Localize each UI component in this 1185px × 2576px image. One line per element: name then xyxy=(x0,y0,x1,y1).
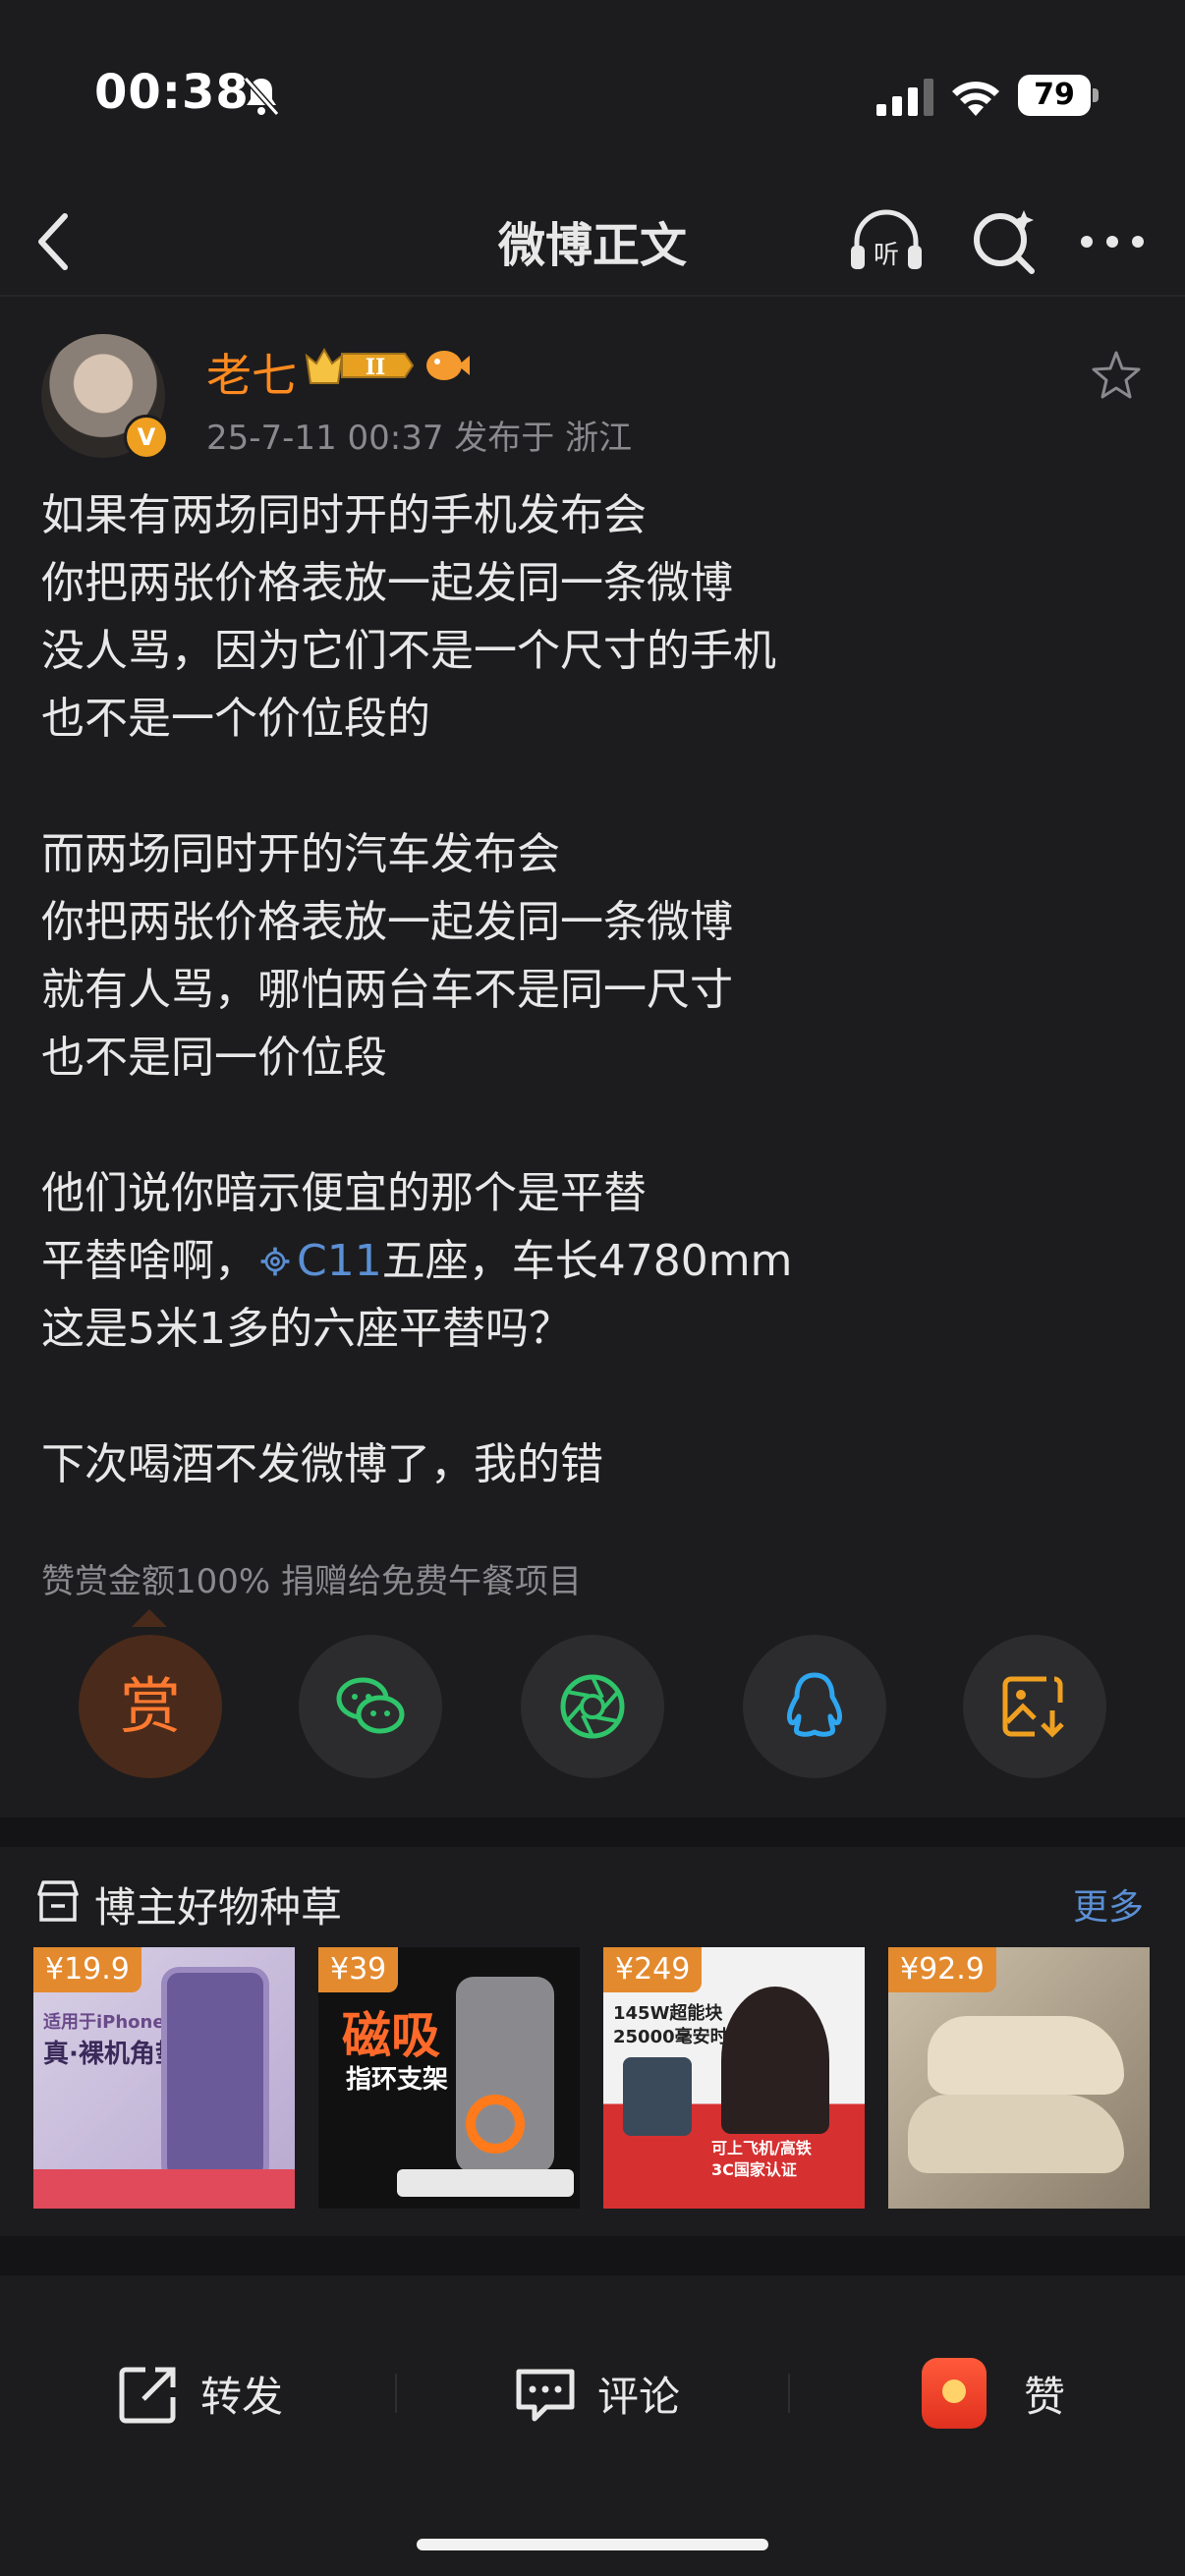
goods-item[interactable]: ¥19.9 适用于iPhone系列 真·裸机角垫 xyxy=(33,1947,295,2209)
like-red-envelope-icon xyxy=(922,2358,987,2429)
post-paragraph: 他们说你暗示便宜的那个是平替 平替啥啊， C11五座，车长4780mm 这是5米1… xyxy=(41,1159,1142,1363)
section-divider xyxy=(0,1818,1185,1847)
fish-badge-icon[interactable] xyxy=(423,342,472,387)
stand-base-image xyxy=(397,2169,574,2197)
like-label: 赞 xyxy=(1024,2373,1066,2421)
spokesperson-image xyxy=(721,1987,829,2134)
bottom-separator xyxy=(788,2374,790,2413)
author-name[interactable]: 老七 xyxy=(206,340,297,405)
share-wechat-button[interactable] xyxy=(299,1635,442,1778)
reward-button[interactable]: 赏 xyxy=(79,1635,222,1778)
post-text: 五座，车长4780mm xyxy=(381,1236,793,1286)
post-paragraph: 而两场同时开的汽车发布会 你把两张价格表放一起发同一条微博 就有人骂，哪怕两台车… xyxy=(41,829,733,1083)
comment-icon xyxy=(516,2369,575,2422)
goods-price: ¥92.9 xyxy=(888,1947,996,1992)
post-text: 平替啥啊， xyxy=(41,1236,257,1286)
goods-caption: 磁吸 xyxy=(342,2007,440,2064)
reward-note: 赞赏金额100% 捐赠给免费午餐项目 xyxy=(41,1562,583,1601)
crown-level-badge-icon[interactable]: II xyxy=(303,342,417,389)
status-bar: 00:38 79 xyxy=(0,0,1185,187)
post-paragraph: 如果有两场同时开的手机发布会 你把两张价格表放一起发同一条微博 没人骂，因为它们… xyxy=(41,490,776,744)
ring-holder-image xyxy=(466,2095,525,2154)
repost-icon xyxy=(119,2367,176,2424)
moments-aperture-icon xyxy=(560,1674,625,1739)
qq-penguin-icon xyxy=(786,1672,843,1737)
level-badge-text: II xyxy=(366,355,386,380)
cellular-signal-icon xyxy=(876,79,933,116)
status-time: 00:38 xyxy=(94,65,250,120)
goods-subcaption: 指环支架 xyxy=(346,2065,449,2095)
reward-pointer xyxy=(132,1609,167,1627)
goods-item[interactable]: ¥39 磁吸 指环支架 xyxy=(318,1947,580,2209)
svg-text:听: 听 xyxy=(874,241,899,270)
reward-label: 赏 xyxy=(119,1670,181,1742)
nav-bar: 微博正文 听 xyxy=(0,187,1185,297)
post-body: 如果有两场同时开的手机发布会 你把两张价格表放一起发同一条微博 没人骂，因为它们… xyxy=(41,481,1142,1566)
bottom-separator xyxy=(395,2374,397,2413)
goods-subcaption: 可上飞机/高铁 3C国家认证 xyxy=(711,2139,812,2179)
wifi-icon xyxy=(952,82,999,116)
phone-case-image xyxy=(161,1967,269,2183)
bottom-action-bar: 转发 评论 赞 xyxy=(0,2315,1185,2482)
goods-caption: 145W超能块 25000毫安时 xyxy=(613,2003,728,2047)
like-button[interactable]: 赞 xyxy=(922,2354,1079,2433)
share-qq-button[interactable] xyxy=(743,1635,886,1778)
like-coin xyxy=(942,2380,966,2403)
comment-button[interactable]: 评论 xyxy=(513,2354,709,2433)
post-paragraph: 下次喝酒不发微博了，我的错 xyxy=(41,1439,603,1489)
save-image-button[interactable] xyxy=(963,1635,1106,1778)
goods-price: ¥249 xyxy=(603,1947,703,1992)
sneaker-image xyxy=(908,2095,1124,2173)
goods-item[interactable]: ¥249 145W超能块 25000毫安时 可上飞机/高铁 3C国家认证 xyxy=(603,1947,865,2209)
goods-caption: 真·裸机角垫 xyxy=(43,2040,181,2069)
repost-label: 转发 xyxy=(200,2373,284,2421)
topic-gear-icon xyxy=(260,1247,290,1276)
shop-icon xyxy=(37,1880,79,1922)
sneaker-image xyxy=(928,2016,1124,2095)
goods-list: ¥19.9 适用于iPhone系列 真·裸机角垫 ¥39 磁吸 指环支架 ¥24… xyxy=(33,1947,1154,2209)
battery-indicator: 79 xyxy=(1018,75,1099,116)
goods-header: 博主好物种草 更多 xyxy=(0,1865,1185,1933)
promo-strip xyxy=(33,2169,295,2209)
car-topic-label: C11 xyxy=(297,1236,382,1286)
search-icon[interactable] xyxy=(963,200,1045,283)
verified-badge: V xyxy=(124,415,169,460)
post-line: 他们说你暗示便宜的那个是平替 xyxy=(41,1168,647,1218)
battery-level: 79 xyxy=(1018,75,1091,116)
comment-label: 评论 xyxy=(597,2373,681,2421)
goods-item[interactable]: ¥92.9 xyxy=(888,1947,1150,2209)
post-meta: 25-7-11 00:37 发布于 浙江 xyxy=(206,419,633,458)
post-line: 平替啥啊， C11五座，车长4780mm xyxy=(41,1227,1142,1295)
goods-price: ¥39 xyxy=(318,1947,399,1992)
home-indicator xyxy=(417,2539,768,2550)
share-actions: 赏 xyxy=(0,1635,1185,1782)
listen-headphones-icon[interactable]: 听 xyxy=(845,200,928,283)
repost-button[interactable]: 转发 xyxy=(116,2354,312,2433)
post-line: 这是5米1多的六座平替吗？ xyxy=(41,1304,572,1354)
share-moments-button[interactable] xyxy=(521,1635,664,1778)
silent-bell-icon xyxy=(243,77,280,116)
section-divider xyxy=(0,2236,1185,2275)
nav-divider xyxy=(0,295,1185,297)
save-image-icon xyxy=(1002,1676,1064,1738)
wechat-icon xyxy=(336,1677,405,1734)
favorite-star-icon[interactable] xyxy=(1089,348,1144,403)
goods-title: 博主好物种草 xyxy=(94,1883,343,1932)
power-bank-image xyxy=(623,2057,692,2136)
goods-price: ¥19.9 xyxy=(33,1947,141,1992)
more-options-icon[interactable] xyxy=(1071,200,1154,283)
battery-tip xyxy=(1093,88,1099,102)
car-topic-link[interactable]: C11 xyxy=(257,1236,382,1286)
goods-more-link[interactable]: 更多 xyxy=(1073,1878,1144,1930)
